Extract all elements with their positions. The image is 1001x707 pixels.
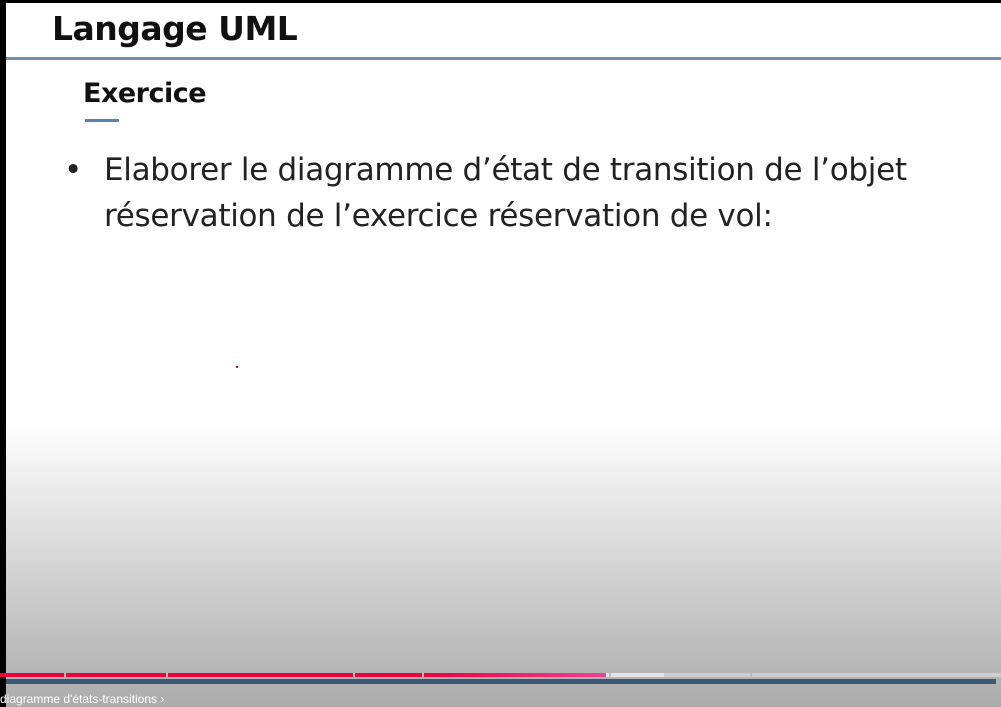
cursor-dot	[236, 366, 238, 368]
played-bar	[0, 673, 606, 677]
chapter-marker	[166, 673, 168, 677]
chapter-marker	[64, 673, 66, 677]
subtitle-underline	[85, 119, 119, 122]
chapter-marker	[353, 673, 355, 677]
chapter-marker	[609, 673, 611, 677]
title-divider	[6, 57, 1001, 60]
video-progress-bar[interactable]	[0, 673, 1001, 677]
chapter-marker	[750, 673, 752, 677]
player-controls-gradient	[0, 420, 1001, 707]
slide-subtitle: Exercice	[83, 78, 207, 109]
bullet-icon: •	[64, 152, 82, 188]
chapter-marker	[422, 673, 424, 677]
bullet-item: • Elaborer le diagramme d’état de transi…	[64, 147, 944, 239]
chevron-right-icon: ›	[160, 692, 165, 706]
chapter-button[interactable]: diagramme d'états-transitions ›	[0, 692, 164, 706]
chapter-title: diagramme d'états-transitions	[0, 692, 158, 706]
slide-footer-bar	[6, 679, 996, 684]
slide-title: Langage UML	[52, 9, 298, 48]
bullet-text: Elaborer le diagramme d’état de transiti…	[104, 152, 907, 234]
